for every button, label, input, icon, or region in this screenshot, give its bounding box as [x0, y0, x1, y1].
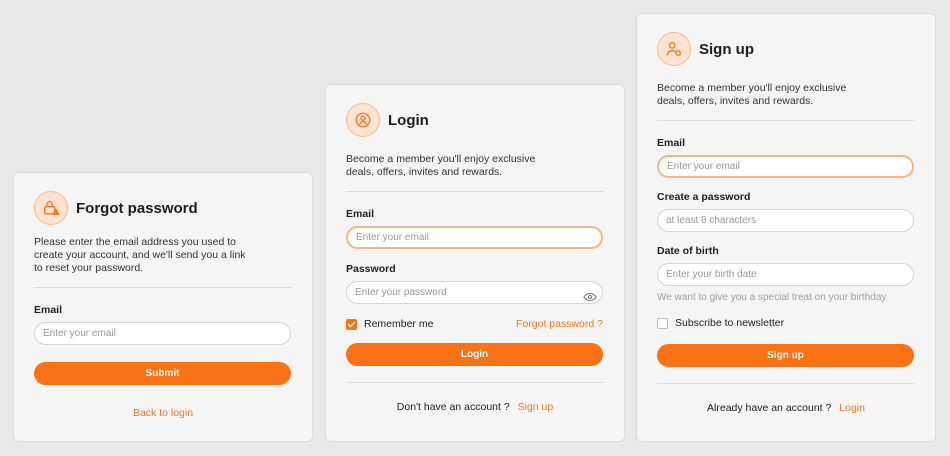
login-card: Login Become a member you'll enjoy exclu… [325, 84, 625, 442]
divider [346, 191, 604, 192]
user-add-icon [657, 32, 691, 66]
divider [657, 383, 915, 384]
login-button[interactable]: Login [346, 343, 603, 366]
eye-icon[interactable] [583, 292, 597, 302]
forgot-password-link[interactable]: Forgot password ? [516, 318, 603, 330]
signup-title: Sign up [699, 40, 754, 58]
submit-button[interactable]: Submit [34, 362, 291, 385]
user-circle-icon [346, 103, 380, 137]
forgot-password-description: Please enter the email address you used … [34, 236, 246, 274]
divider [346, 382, 604, 383]
signup-card: Sign up Become a member you'll enjoy exc… [636, 13, 936, 442]
signup-prompt-row: Don't have an account ? Sign up [346, 401, 604, 413]
newsletter-row: Subscribe to newsletter [657, 317, 915, 329]
back-to-login-link[interactable]: Back to login [133, 407, 193, 419]
email-label: Email [34, 304, 63, 316]
signup-email-input[interactable] [657, 155, 914, 178]
create-password-label: Create a password [657, 191, 751, 203]
have-account-text: Already have an account ? [707, 402, 832, 414]
forgot-email-input[interactable] [34, 322, 291, 345]
forgot-password-card: Forgot password Please enter the email a… [13, 172, 313, 442]
login-prompt-row: Already have an account ? Login [657, 402, 915, 414]
login-link[interactable]: Login [839, 402, 865, 414]
password-label: Password [346, 263, 396, 275]
email-label: Email [346, 208, 375, 220]
login-description: Become a member you'll enjoy exclusive d… [346, 153, 536, 178]
newsletter-checkbox[interactable] [657, 317, 668, 329]
signup-button[interactable]: Sign up [657, 344, 914, 367]
forgot-password-title: Forgot password [76, 199, 198, 217]
signup-description: Become a member you'll enjoy exclusive d… [657, 82, 847, 107]
signup-header: Sign up [657, 32, 915, 66]
remember-me-label: Remember me [364, 318, 434, 330]
date-of-birth-input[interactable] [657, 263, 914, 286]
login-password-input[interactable] [346, 281, 603, 304]
email-label: Email [657, 137, 686, 149]
lock-warning-icon [34, 191, 68, 225]
password-field-wrapper [346, 281, 603, 304]
no-account-text: Don't have an account ? [396, 401, 510, 413]
login-options-row: Remember me Forgot password ? [346, 318, 603, 330]
checkmark-icon [348, 321, 355, 328]
divider [34, 287, 292, 288]
divider [657, 120, 915, 121]
date-of-birth-hint: We want to give you a special treat on y… [657, 292, 887, 303]
login-header: Login [346, 103, 604, 137]
date-of-birth-label: Date of birth [657, 245, 719, 257]
newsletter-label: Subscribe to newsletter [675, 317, 785, 329]
remember-me-row: Remember me [346, 318, 433, 330]
signup-link[interactable]: Sign up [518, 401, 554, 413]
remember-me-checkbox[interactable] [346, 318, 357, 330]
forgot-password-header: Forgot password [34, 191, 292, 225]
login-email-input[interactable] [346, 226, 603, 249]
login-title: Login [388, 111, 429, 129]
signup-password-input[interactable] [657, 209, 914, 232]
back-to-login-row: Back to login [34, 407, 292, 419]
